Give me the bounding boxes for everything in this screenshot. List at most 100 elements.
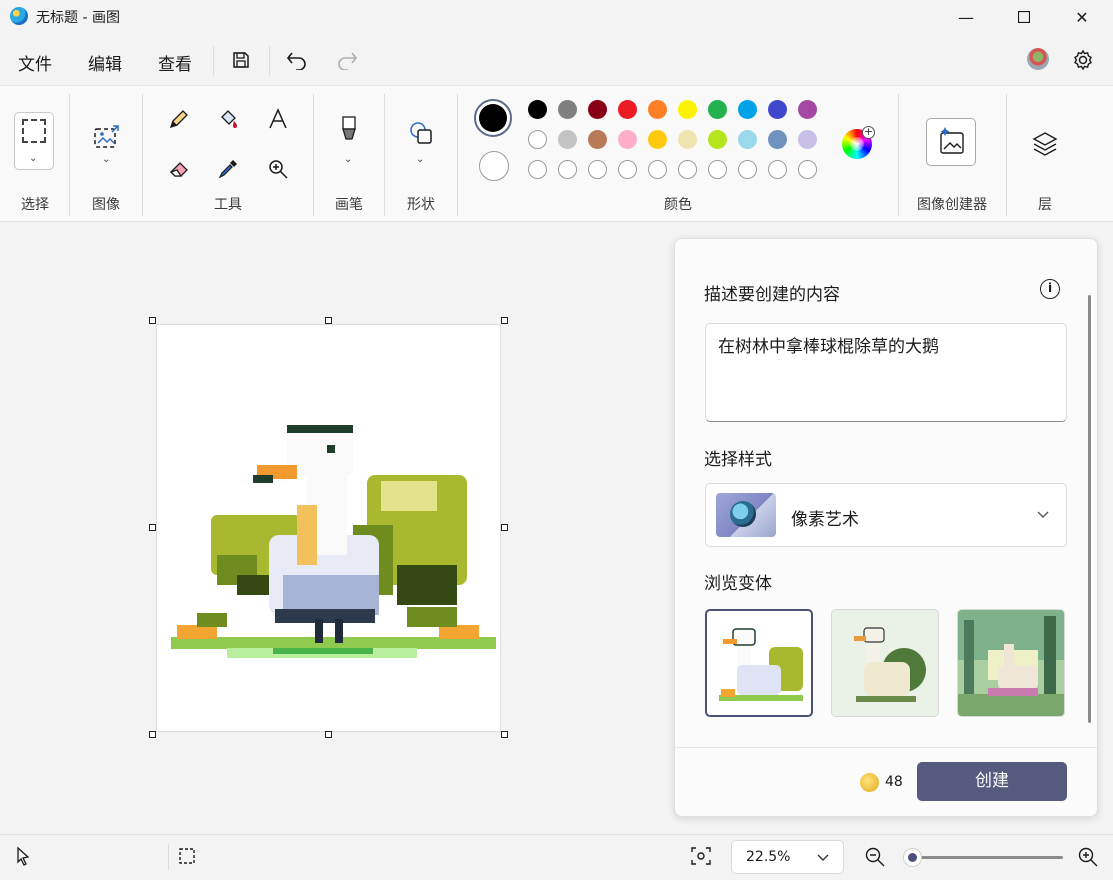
chevron-down-icon: ⌄ <box>344 154 353 165</box>
zoom-out-button[interactable] <box>864 846 886 872</box>
pointer-position-button[interactable] <box>14 846 32 870</box>
custom-color-slot[interactable] <box>738 160 757 179</box>
style-thumbnail <box>716 493 776 537</box>
custom-color-slot[interactable] <box>648 160 667 179</box>
ribbon-divider <box>313 94 314 216</box>
menu-view[interactable]: 查看 <box>158 50 192 75</box>
color-picker-tool-button[interactable] <box>215 156 241 182</box>
custom-color-slot[interactable] <box>558 160 577 179</box>
panel-scrollbar[interactable] <box>1088 295 1091 723</box>
color-swatch[interactable] <box>738 100 757 119</box>
pencil-tool-button[interactable] <box>166 106 192 132</box>
layers-button[interactable] <box>1028 126 1062 160</box>
resize-handle-top[interactable] <box>325 317 332 324</box>
plus-icon: + <box>862 125 875 139</box>
color-swatch[interactable] <box>708 100 727 119</box>
color-swatch[interactable] <box>738 130 757 149</box>
resize-handle-bottom-right[interactable] <box>501 731 508 738</box>
chevron-down-icon: ⌄ <box>29 153 38 164</box>
zoom-out-icon <box>865 847 885 867</box>
menu-edit[interactable]: 编辑 <box>88 50 122 75</box>
color-swatch[interactable] <box>558 100 577 119</box>
selection-size-button[interactable] <box>178 847 196 869</box>
color-swatch[interactable] <box>678 100 697 119</box>
color-swatch[interactable] <box>528 130 547 149</box>
color-swatch[interactable] <box>678 130 697 149</box>
color-swatch[interactable] <box>768 100 787 119</box>
color-swatch[interactable] <box>588 100 607 119</box>
custom-color-slot[interactable] <box>528 160 547 179</box>
color-swatch[interactable] <box>588 130 607 149</box>
color-swatch[interactable] <box>768 130 787 149</box>
zoom-in-icon <box>269 160 288 179</box>
settings-button[interactable] <box>1071 48 1095 72</box>
custom-color-slot[interactable] <box>798 160 817 179</box>
custom-color-slot[interactable] <box>618 160 637 179</box>
brushes-button[interactable] <box>334 112 364 148</box>
eraser-icon <box>169 162 188 177</box>
zoom-in-button[interactable] <box>1077 846 1099 872</box>
color-swatch[interactable] <box>618 100 637 119</box>
variant-image <box>719 628 803 701</box>
color-swatch[interactable] <box>648 130 667 149</box>
close-button[interactable]: ✕ <box>1053 0 1111 34</box>
fill-tool-button[interactable] <box>215 106 241 132</box>
group-label-select: 选择 <box>21 197 49 213</box>
magnifier-tool-button[interactable] <box>265 156 291 182</box>
save-icon <box>233 52 249 68</box>
menu-file[interactable]: 文件 <box>18 50 52 75</box>
redo-button[interactable] <box>335 48 359 72</box>
color-swatch[interactable] <box>558 130 577 149</box>
color-swatch[interactable] <box>528 100 547 119</box>
maximize-button[interactable] <box>995 0 1053 34</box>
style-label: 选择样式 <box>704 450 772 470</box>
drawing-canvas[interactable] <box>156 324 501 732</box>
resize-handle-top-left[interactable] <box>149 317 156 324</box>
variant-thumbnail-3[interactable] <box>957 609 1065 717</box>
zoom-in-icon <box>1078 847 1098 867</box>
color-swatch[interactable] <box>648 100 667 119</box>
gear-icon <box>1074 49 1092 71</box>
shapes-button[interactable] <box>404 116 438 150</box>
color-swatch[interactable] <box>798 100 817 119</box>
custom-color-slot[interactable] <box>708 160 727 179</box>
text-tool-button[interactable] <box>265 106 291 132</box>
create-button[interactable]: 创建 <box>917 762 1067 801</box>
custom-color-slot[interactable] <box>768 160 787 179</box>
variant-thumbnail-1[interactable] <box>705 609 813 717</box>
eyedropper-icon <box>218 160 237 179</box>
group-label-tools: 工具 <box>214 197 242 213</box>
resize-handle-left[interactable] <box>149 524 156 531</box>
pixel-goose-artwork <box>171 425 496 658</box>
resize-handle-bottom-left[interactable] <box>149 731 156 738</box>
prompt-input[interactable]: 在树林中拿棒球棍除草的大鹅 <box>705 323 1067 422</box>
shapes-icon <box>410 122 432 144</box>
color-swatch[interactable] <box>618 130 637 149</box>
eraser-tool-button[interactable] <box>166 156 192 182</box>
info-icon[interactable]: i <box>1040 279 1060 299</box>
secondary-color-button[interactable] <box>479 151 509 181</box>
color-swatch[interactable] <box>708 130 727 149</box>
zoom-slider-track[interactable] <box>905 856 1063 859</box>
save-button[interactable] <box>229 48 253 72</box>
custom-color-slot[interactable] <box>588 160 607 179</box>
account-avatar[interactable] <box>1027 48 1049 70</box>
resize-handle-top-right[interactable] <box>501 317 508 324</box>
variant-thumbnail-2[interactable] <box>831 609 939 717</box>
custom-color-slot[interactable] <box>678 160 697 179</box>
minimize-button[interactable]: — <box>937 0 995 34</box>
zoom-level-dropdown[interactable]: 22.5% <box>731 840 844 874</box>
window-title: 无标题 - 画图 <box>36 10 120 26</box>
resize-handle-right[interactable] <box>501 524 508 531</box>
primary-color-button[interactable] <box>474 99 512 137</box>
select-tool-button[interactable]: ⌄ <box>14 112 54 170</box>
image-resize-icon <box>94 125 119 148</box>
paint-app-icon <box>10 7 28 25</box>
style-dropdown[interactable]: 像素艺术 <box>705 483 1067 547</box>
image-creator-button[interactable] <box>926 118 976 166</box>
redo-icon <box>338 52 358 70</box>
fit-to-window-button[interactable] <box>690 846 712 870</box>
undo-button[interactable] <box>285 48 309 72</box>
color-swatch[interactable] <box>798 130 817 149</box>
resize-handle-bottom[interactable] <box>325 731 332 738</box>
